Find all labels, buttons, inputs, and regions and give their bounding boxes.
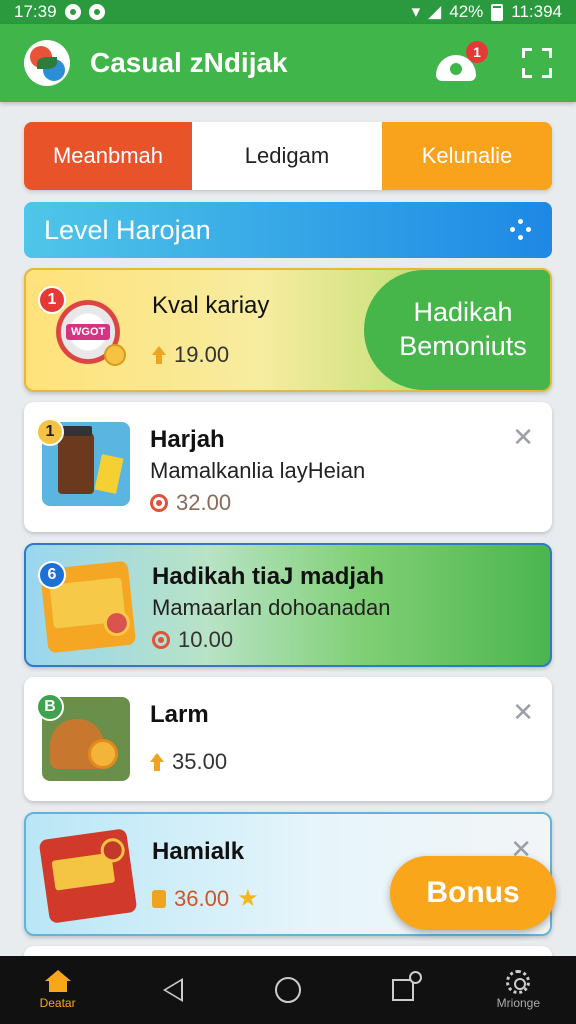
price-value: 35.00	[172, 749, 228, 774]
card-price: 32.00	[150, 490, 231, 516]
rank-badge: 1	[38, 286, 66, 314]
star-icon: ★	[237, 885, 259, 912]
bonus-button[interactable]: Bonus	[390, 856, 556, 930]
nav-home[interactable]: Deatar	[18, 970, 98, 1010]
category-tabs: Meanbmah Ledigam Kelunalie	[24, 122, 552, 190]
bonus-side-button[interactable]: Hadikah Bemoniuts	[364, 270, 550, 390]
app-title: Casual zNdijak	[90, 47, 288, 78]
target-icon	[150, 494, 168, 512]
card-price: 10.00	[152, 627, 233, 653]
battery-percent: 42%	[449, 2, 484, 21]
status-time-left: 17:39	[14, 2, 57, 21]
card-price: 35.00	[150, 749, 227, 775]
cookie-icon	[102, 608, 132, 638]
rank-badge: 6	[38, 561, 66, 589]
nav-settings[interactable]: Mrionge	[478, 970, 558, 1010]
bottom-navbar: Deatar Mrionge	[0, 956, 576, 1024]
list-item[interactable]: B Larm 35.00 ✕	[24, 677, 552, 801]
card-price: 36.00 ★	[152, 886, 259, 912]
item-thumbnail	[38, 828, 138, 924]
status-bar: 17:39 ▾ ◢ 42% 11:394	[0, 0, 576, 24]
rank-badge: 1	[36, 418, 64, 446]
status-time-right: 11:394	[511, 2, 562, 21]
nav-back[interactable]	[133, 978, 213, 1002]
home-icon	[44, 970, 71, 994]
notification-badge: 1	[466, 41, 488, 63]
list-item[interactable]: 6 Hadikah tiaJ madjah Mamaarlan dohoanad…	[24, 543, 552, 667]
card-title: Harjah	[150, 426, 225, 453]
coin-icon	[104, 344, 126, 366]
orange-slice-icon	[88, 739, 118, 769]
level-banner[interactable]: Level Harojan	[24, 202, 552, 258]
list-item[interactable]: 1 WGOT Kval kariay 19.00 Hadikah Bemoniu…	[24, 268, 552, 392]
recents-icon	[392, 971, 423, 1001]
signal-icon: ◢	[428, 2, 442, 21]
card-price: 19.00	[152, 342, 229, 368]
arrow-up-icon	[150, 753, 164, 771]
nav-label: Deatar	[39, 996, 76, 1010]
scan-icon[interactable]	[522, 48, 552, 78]
app-logo	[24, 40, 70, 86]
card-title: Hadikah tiaJ madjah	[152, 563, 385, 590]
nav-recents[interactable]	[363, 971, 443, 1001]
arrow-up-icon	[152, 346, 166, 364]
target-icon	[152, 631, 170, 649]
gear-icon	[506, 970, 531, 994]
back-icon	[162, 978, 183, 1002]
sparkle-icon	[510, 219, 532, 241]
notifications-button[interactable]: 1	[436, 41, 488, 83]
close-icon[interactable]: ✕	[512, 697, 534, 728]
card-subtitle: Mamalkanlia layHeian	[150, 458, 366, 483]
card-title: Hamialk	[152, 838, 245, 865]
tab-kelunalie[interactable]: Kelunalie	[382, 122, 552, 190]
price-value: 32.00	[176, 490, 232, 515]
tab-ledigam[interactable]: Ledigam	[192, 122, 382, 190]
price-value: 19.00	[174, 342, 230, 367]
wifi-icon: ▾	[411, 2, 421, 21]
notification-dot-icon	[64, 4, 81, 20]
app-bar: Casual zNdijak 1	[0, 24, 576, 102]
lock-icon	[152, 890, 166, 908]
nav-home-circle[interactable]	[248, 977, 328, 1003]
nav-label: Mrionge	[496, 996, 541, 1010]
notification-dot-icon	[88, 4, 105, 20]
price-value: 10.00	[178, 627, 234, 652]
card-title: Kval kariay	[152, 292, 270, 319]
card-subtitle: Mamaarlan dohoanadan	[152, 595, 391, 620]
tab-meanbmah[interactable]: Meanbmah	[24, 122, 192, 190]
rank-badge: B	[36, 693, 64, 721]
circle-home-icon	[274, 977, 301, 1003]
battery-icon	[491, 3, 504, 21]
price-value: 36.00	[174, 886, 230, 911]
list-item[interactable]: 1 Harjah Mamalkanlia layHeian 32.00 ✕	[24, 402, 552, 532]
jar-icon	[58, 432, 94, 494]
thumbnail-label: WGOT	[66, 324, 111, 340]
card-title: Larm	[150, 701, 209, 728]
close-icon[interactable]: ✕	[512, 422, 534, 453]
level-banner-label: Level Harojan	[44, 214, 211, 245]
